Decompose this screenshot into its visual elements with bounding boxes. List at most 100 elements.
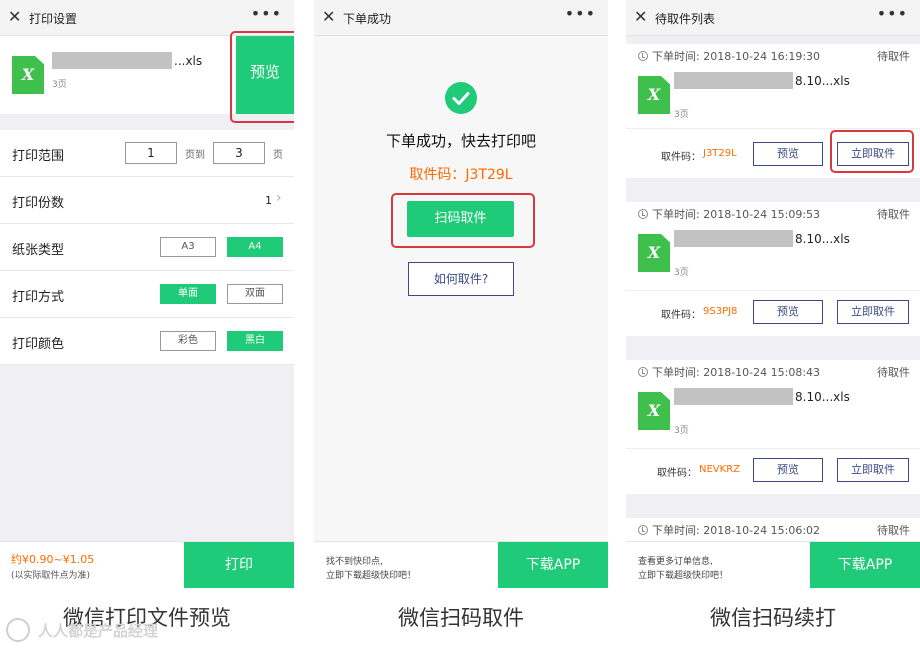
divider: [626, 128, 920, 129]
clock-icon: [638, 525, 648, 535]
paper-type-row: 纸张类型 A3 A4: [0, 224, 294, 271]
page-unit-label: 页: [273, 150, 283, 161]
screen-title: 待取件列表: [655, 12, 716, 26]
range-to-input[interactable]: 3: [213, 142, 265, 164]
file-name-suffix: 8.10...xls: [795, 232, 850, 246]
print-mode-row: 打印方式 单面 双面: [0, 271, 294, 318]
mode-option-double[interactable]: 双面: [227, 284, 283, 304]
bottom-bar: 查看更多订单信息, 立即下载超级快印吧！ 下载APP: [626, 541, 920, 588]
watermark-logo-icon: [6, 618, 30, 642]
bottom-bar: 找不到快印点, 立即下载超级快印吧！ 下载APP: [314, 541, 608, 588]
color-option-bw[interactable]: 黑白: [227, 331, 283, 351]
range-label: 打印范围: [12, 149, 65, 164]
paper-label: 纸张类型: [12, 243, 65, 258]
redacted-filename: [674, 72, 793, 89]
file-pages: 3页: [52, 80, 67, 90]
price-note: (以实际取件点为准): [11, 571, 91, 581]
mode-option-single[interactable]: 单面: [160, 284, 216, 304]
file-name-suffix: 8.10...xls: [795, 390, 850, 404]
order-status: 待取件: [877, 50, 910, 63]
caption-scan-reprint: 微信扫码续打: [710, 606, 836, 630]
paper-option-a4[interactable]: A4: [227, 237, 283, 257]
footer-line-1: 找不到快印点,: [326, 557, 383, 567]
success-heading: 下单成功，快去打印吧: [385, 132, 536, 150]
top-bar: ✕ 下单成功 •••: [314, 0, 608, 36]
download-app-button[interactable]: 下载APP: [810, 542, 920, 588]
screen-title: 打印设置: [29, 12, 78, 26]
divider: [626, 448, 920, 449]
range-from-input[interactable]: 1: [125, 142, 177, 164]
copies-label: 打印份数: [12, 196, 65, 211]
order-status: 待取件: [877, 524, 910, 537]
divider: [626, 290, 920, 291]
footer-line-2: 立即下载超级快印吧！: [638, 571, 729, 581]
mode-label: 打印方式: [12, 290, 65, 305]
file-pages: 3页: [674, 268, 689, 278]
preview-button[interactable]: 预览: [753, 458, 823, 482]
pickup-code-label: 取件码：: [661, 310, 701, 321]
copies-value: 1: [265, 194, 272, 207]
close-icon[interactable]: ✕: [322, 7, 335, 27]
highlight-box: [391, 193, 535, 248]
paper-option-a3[interactable]: A3: [160, 237, 216, 257]
excel-file-icon: X: [638, 76, 670, 114]
order-card: 下单时间: 2018-10-24 15:09:53 待取件 X 8.10...x…: [626, 202, 920, 336]
pickup-code: J3T29L: [465, 167, 513, 183]
pickup-code: J3T29L: [703, 148, 737, 159]
file-name-suffix: 8.10...xls: [795, 74, 850, 88]
more-icon[interactable]: •••: [877, 4, 908, 23]
pickup-code: 9S3PJ8: [703, 306, 738, 317]
bottom-bar: 约¥0.90~¥1.05 (以实际取件点为准) 打印: [0, 541, 294, 588]
screen-title: 下单成功: [343, 12, 392, 26]
pickup-now-button[interactable]: 立即取件: [837, 300, 909, 324]
preview-button[interactable]: 预览: [753, 300, 823, 324]
excel-file-icon: X: [638, 234, 670, 272]
print-button[interactable]: 打印: [184, 542, 294, 588]
file-pages: 3页: [674, 426, 689, 436]
pickup-code-label: 取件码：: [661, 152, 701, 163]
print-color-row: 打印颜色 彩色 黑白: [0, 318, 294, 365]
watermark-text: 人人都是产品经理: [38, 622, 159, 640]
clock-icon: [638, 367, 648, 377]
pickup-code: NEVKRZ: [699, 464, 740, 475]
order-time: 下单时间: 2018-10-24 15:06:02: [652, 524, 821, 537]
more-icon[interactable]: •••: [251, 4, 282, 23]
preview-button[interactable]: 预览: [753, 142, 823, 166]
pickup-list-screen: ✕ 待取件列表 ••• 下单时间: 2018-10-24 16:19:30 待取…: [626, 0, 920, 588]
order-status: 待取件: [877, 208, 910, 221]
order-time: 下单时间: 2018-10-24 15:09:53: [652, 208, 821, 221]
file-name-suffix: ...xls: [174, 54, 203, 68]
redacted-filename: [674, 230, 793, 247]
footer-line-1: 查看更多订单信息,: [638, 557, 713, 567]
print-settings-screen: ✕ 打印设置 ••• X ...xls 3页 预览 打印范围 1 页到 3 页 …: [0, 0, 294, 588]
file-pages: 3页: [674, 110, 689, 120]
print-range-row: 打印范围 1 页到 3 页: [0, 130, 294, 177]
highlight-box: [830, 130, 914, 173]
download-app-button[interactable]: 下载APP: [498, 542, 608, 588]
price-estimate: 约¥0.90~¥1.05: [11, 553, 95, 566]
close-icon[interactable]: ✕: [8, 7, 21, 27]
pickup-code-line: 取件码：J3T29L: [314, 164, 608, 184]
footer-line-2: 立即下载超级快印吧！: [326, 571, 417, 581]
redacted-filename: [674, 388, 793, 405]
color-option-color[interactable]: 彩色: [160, 331, 216, 351]
order-status: 待取件: [877, 366, 910, 379]
order-time: 下单时间: 2018-10-24 15:08:43: [652, 366, 821, 379]
clock-icon: [638, 51, 648, 61]
excel-file-icon: X: [12, 56, 44, 94]
top-bar: ✕ 待取件列表 •••: [626, 0, 920, 36]
copies-row[interactable]: 打印份数 1 ›: [0, 177, 294, 224]
order-success-screen: ✕ 下单成功 ••• 下单成功，快去打印吧 取件码：J3T29L 扫码取件 如何…: [314, 0, 608, 588]
close-icon[interactable]: ✕: [634, 7, 647, 27]
pickup-now-button[interactable]: 立即取件: [837, 458, 909, 482]
chevron-right-icon: ›: [276, 190, 282, 206]
order-time: 下单时间: 2018-10-24 16:19:30: [652, 50, 821, 63]
highlight-box: [230, 31, 294, 123]
excel-file-icon: X: [638, 392, 670, 430]
more-icon[interactable]: •••: [565, 4, 596, 23]
how-to-pickup-button[interactable]: 如何取件?: [408, 262, 514, 296]
clock-icon: [638, 209, 648, 219]
caption-scan-pickup: 微信扫码取件: [398, 606, 524, 630]
redacted-filename: [52, 52, 172, 69]
pickup-code-label: 取件码：: [657, 468, 697, 479]
